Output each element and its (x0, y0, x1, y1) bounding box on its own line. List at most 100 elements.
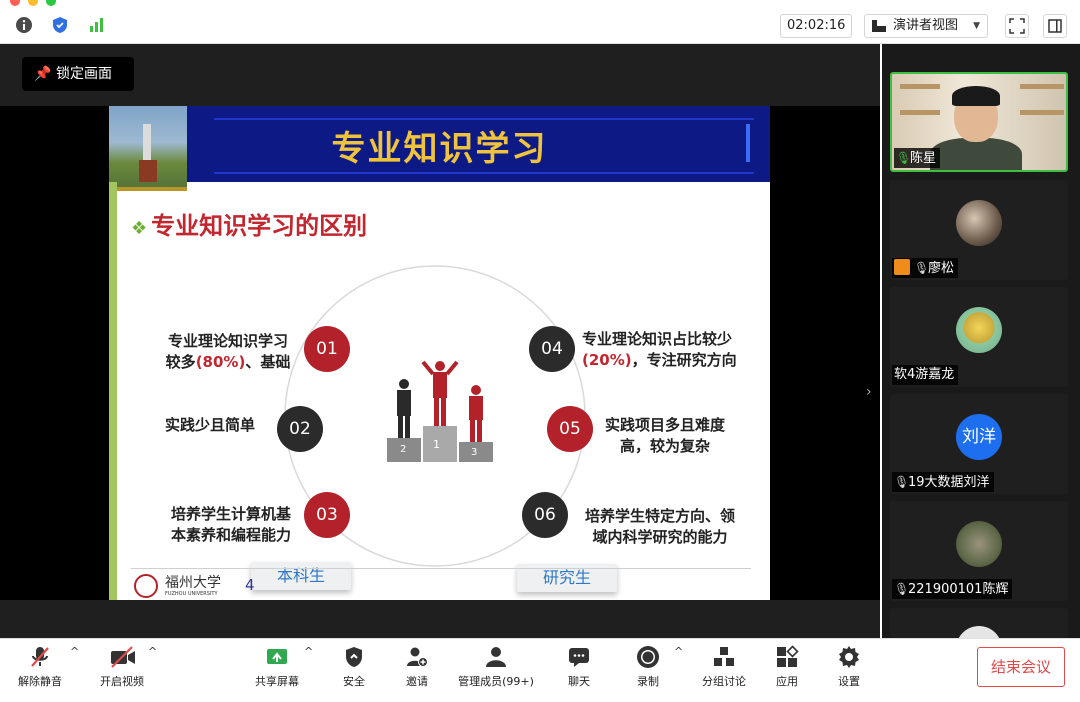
point-01-text: 专业理论知识学习 较多(80%)、基础 (153, 331, 303, 373)
panel-toggle-icon[interactable] (1043, 14, 1067, 38)
speaker-view-icon (872, 20, 886, 32)
info-icon[interactable] (14, 15, 34, 35)
podium-label-3: 3 (471, 447, 478, 458)
podium-label-1: 1 (433, 438, 440, 451)
point-01-highlight: (80%) (195, 353, 246, 371)
chat-label: 聊天 (568, 675, 590, 688)
participants-label: 管理成员(99+) (458, 675, 534, 688)
invite-user-icon (405, 645, 429, 669)
apps-button[interactable]: 应用 (774, 645, 800, 689)
minimize-window-icon[interactable] (28, 0, 38, 6)
participant-tile[interactable]: 软4游嘉龙 (890, 287, 1068, 387)
unmute-button[interactable]: 解除静音 (14, 645, 66, 689)
settings-button[interactable]: 设置 (836, 645, 862, 689)
participant-name-text: 陈星 (910, 151, 937, 166)
gear-icon (837, 645, 861, 669)
maximize-window-icon[interactable] (46, 0, 56, 6)
presentation-slide: 专业知识学习 ❖ 专业知识学习的区别 01 专业理论知识学习 较多(80%)、基础… (109, 106, 770, 600)
settings-label: 设置 (838, 675, 860, 688)
record-label: 录制 (637, 675, 659, 688)
avatar (956, 200, 1002, 246)
participant-body (930, 138, 1022, 170)
point-05-text: 实践项目多且难度 高，较为复杂 (597, 415, 733, 457)
chat-button[interactable]: 聊天 (566, 645, 592, 689)
caret-down-icon: ▼ (973, 21, 980, 31)
lock-view-button[interactable]: 📌 锁定画面 (22, 57, 134, 91)
end-meeting-button[interactable]: 结束会议 (977, 647, 1065, 687)
share-screen-icon (265, 645, 289, 669)
shield-icon[interactable] (50, 15, 70, 35)
participant-tile[interactable]: 🎙221900101陈辉 (890, 501, 1068, 601)
security-button[interactable]: 安全 (338, 645, 370, 689)
participant-tile[interactable]: 刘洋 🎙19大数据刘洋 (890, 394, 1068, 494)
participant-tile[interactable] (890, 608, 1068, 638)
mic-on-icon: 🎙 (896, 151, 912, 165)
breakout-rooms-button[interactable]: 分组讨论 (700, 645, 748, 689)
podium-label-2: 2 (400, 444, 407, 455)
panel-collapse-chevron-icon[interactable]: › (866, 384, 872, 400)
point-04-line1: 专业理论知识占比较少 (582, 330, 733, 348)
participant-tile[interactable]: 🎙廖松 (890, 180, 1068, 280)
university-logo-sub: FUZHOU UNIVERSITY (165, 591, 218, 597)
avatar (956, 521, 1002, 567)
point-03-circle: 03 (304, 492, 350, 538)
point-02-circle: 02 (277, 406, 323, 452)
mic-muted-icon: 🎙 (914, 261, 930, 275)
top-bar: 02:02:16 演讲者视图 ▼ (0, 0, 1080, 44)
share-options-caret[interactable]: ^ (304, 645, 313, 658)
participant-name: 🎙19大数据刘洋 (892, 472, 994, 492)
start-video-button[interactable]: 开启视频 (96, 645, 148, 689)
participant-name-text: 廖松 (928, 261, 955, 276)
security-label: 安全 (343, 675, 365, 688)
university-logo: 福州大学 (165, 575, 221, 591)
point-03-line1: 培养学生计算机基 (170, 505, 291, 523)
record-options-caret[interactable]: ^ (674, 645, 683, 658)
point-04-line2: ，专注研究方向 (631, 351, 737, 369)
meeting-timer: 02:02:16 (780, 14, 853, 38)
share-screen-button[interactable]: 共享屏幕 (252, 645, 302, 689)
signal-icon[interactable] (86, 15, 106, 35)
bookshelf (900, 110, 940, 115)
invite-button[interactable]: 邀请 (402, 645, 432, 689)
mic-muted-icon (28, 645, 52, 669)
point-01-line2a: 较多 (165, 353, 196, 371)
video-options-caret[interactable]: ^ (148, 645, 157, 658)
manage-participants-button[interactable]: 管理成员(99+) (456, 645, 536, 689)
meeting-toolbar: 解除静音 ^ 开启视频 ^ 共享屏幕 ^ 安全 邀请 管理成员(99+) 聊天 … (0, 638, 1080, 702)
lock-view-label: 锁定画面 (56, 66, 112, 82)
record-button[interactable]: 录制 (634, 645, 662, 689)
point-06-line1: 培养学生特定方向、领 (584, 507, 735, 525)
chat-icon (567, 645, 591, 669)
close-window-icon[interactable] (10, 0, 20, 6)
caret-up-icon: ^ (674, 645, 684, 658)
avatar (956, 626, 1002, 638)
mic-muted-icon: 🎙 (894, 475, 910, 489)
point-03-text: 培养学生计算机基 本素养和编程能力 (161, 504, 301, 546)
breakout-rooms-icon (712, 645, 736, 669)
participant-name-text: 221900101陈辉 (908, 582, 1009, 597)
caret-up-icon: ^ (148, 645, 158, 658)
point-06-line2: 域内科学研究的能力 (592, 528, 728, 546)
start-video-label: 开启视频 (100, 675, 144, 688)
bookshelf (900, 84, 940, 89)
point-02-text: 实践少且简单 (165, 416, 256, 434)
point-04-circle: 04 (529, 326, 575, 372)
apps-icon (775, 645, 799, 669)
point-05-line1: 实践项目多且难度 (604, 416, 725, 434)
point-05-line2: 高，较为复杂 (619, 437, 710, 455)
point-01-circle: 01 (304, 326, 350, 372)
audio-options-caret[interactable]: ^ (70, 645, 79, 658)
view-mode-select[interactable]: 演讲者视图 ▼ (864, 14, 988, 38)
participant-name: 软4游嘉龙 (892, 365, 959, 385)
unmute-label: 解除静音 (18, 675, 62, 688)
university-seal-icon (134, 574, 158, 598)
fullscreen-icon[interactable] (1005, 14, 1029, 38)
point-06-text: 培养学生特定方向、领 域内科学研究的能力 (575, 506, 745, 548)
breakout-label: 分组讨论 (702, 675, 746, 688)
point-05-circle: 05 (547, 406, 593, 452)
point-06-circle: 06 (522, 492, 568, 538)
apps-label: 应用 (776, 675, 798, 688)
participant-tile-active-speaker[interactable]: 🎙陈星 (890, 72, 1068, 172)
slide-page-number: 4 (245, 576, 255, 594)
pin-icon: 📌 (34, 66, 52, 82)
